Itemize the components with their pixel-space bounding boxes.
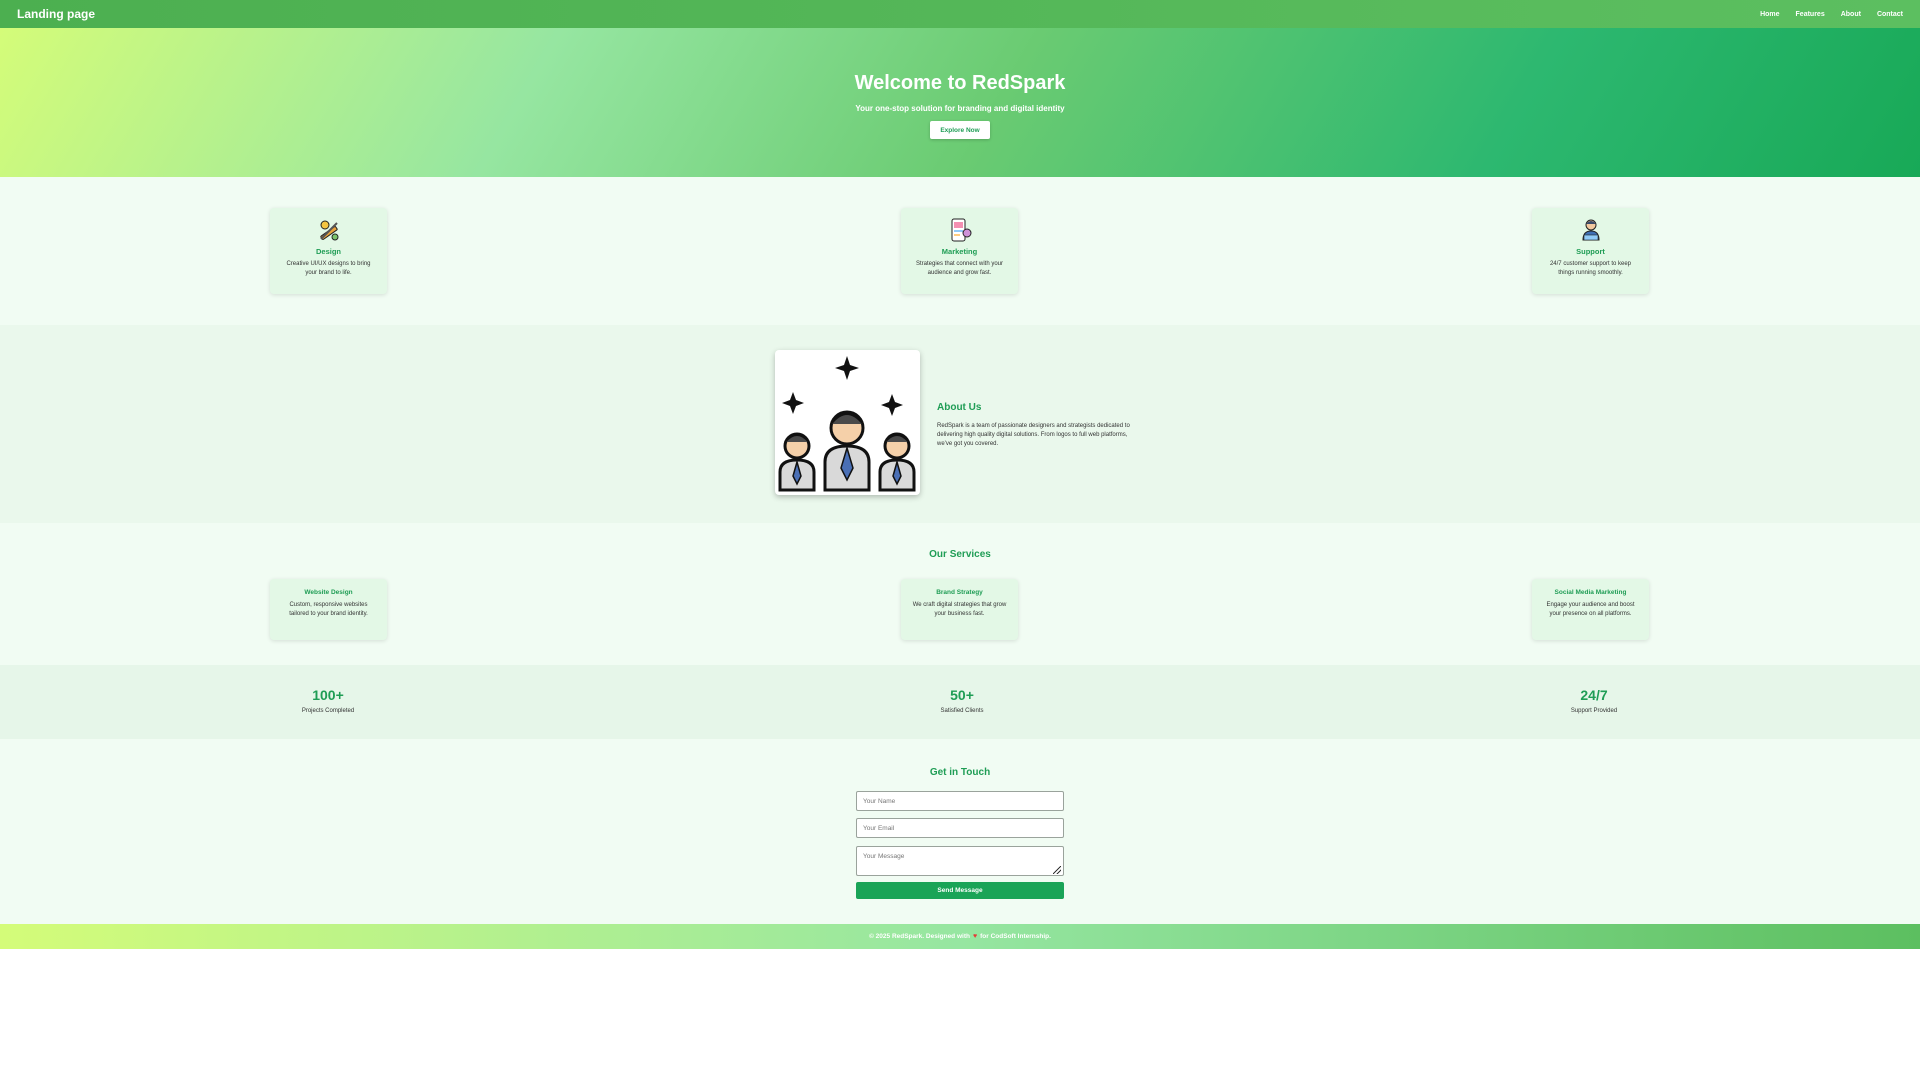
- stat-value: 100+: [312, 687, 344, 703]
- stat-support: 24/7 Support Provided: [1534, 687, 1654, 714]
- feature-text: Creative UI/UX designs to bring your bra…: [286, 261, 371, 276]
- feature-card-design: Design Creative UI/UX designs to bring y…: [270, 208, 387, 294]
- marketing-phone-icon: [901, 218, 1018, 242]
- stat-label: Support Provided: [1570, 708, 1618, 714]
- services-section: Our Services Website Design Custom, resp…: [0, 523, 1920, 665]
- about-text: RedSpark is a team of passionate designe…: [937, 423, 1130, 447]
- stat-value: 50+: [950, 687, 974, 703]
- email-field[interactable]: [856, 818, 1064, 838]
- hero-subtitle: Your one-stop solution for branding and …: [855, 104, 1065, 113]
- nav-link-features[interactable]: Features: [1796, 11, 1825, 18]
- navbar: Landing page Home Features About Contact: [0, 0, 1920, 28]
- nav-link-home[interactable]: Home: [1760, 11, 1779, 18]
- stat-label: Satisfied Clients: [940, 708, 984, 714]
- service-card-brand-strategy: Brand Strategy We craft digital strategi…: [901, 579, 1018, 640]
- name-field[interactable]: [856, 791, 1064, 811]
- nav-link-about[interactable]: About: [1841, 11, 1861, 18]
- team-illustration: [775, 350, 920, 495]
- message-field[interactable]: [856, 846, 1064, 876]
- contact-section: Get in Touch Send Message: [0, 739, 1920, 924]
- stat-value: 24/7: [1580, 687, 1608, 703]
- design-tools-icon: [270, 218, 387, 242]
- stat-projects: 100+ Projects Completed: [268, 687, 388, 714]
- services-title: Our Services: [929, 549, 991, 560]
- about-title: About Us: [937, 402, 982, 413]
- service-title: Brand Strategy: [936, 589, 983, 596]
- hero-title: Welcome to RedSpark: [854, 72, 1066, 94]
- feature-title: Design: [315, 247, 341, 256]
- feature-card-marketing: Marketing Strategies that connect with y…: [901, 208, 1018, 294]
- brand-logo[interactable]: Landing page: [17, 7, 95, 21]
- resize-grip-icon[interactable]: [1053, 866, 1061, 874]
- hero-section: Welcome to RedSpark Your one-stop soluti…: [0, 28, 1920, 177]
- footer: © 2025 RedSpark. Designed with ♥ for Cod…: [0, 924, 1920, 949]
- service-text: Engage your audience and boost your pres…: [1546, 602, 1635, 617]
- features-section: Design Creative UI/UX designs to bring y…: [0, 177, 1920, 325]
- service-card-website-design: Website Design Custom, responsive websit…: [270, 579, 387, 640]
- contact-title: Get in Touch: [929, 767, 991, 778]
- heart-icon: ♥: [972, 933, 978, 940]
- explore-now-button[interactable]: Explore Now: [930, 121, 990, 139]
- stat-label: Projects Completed: [301, 708, 355, 714]
- service-title: Website Design: [304, 589, 353, 596]
- feature-card-support: Support 24/7 customer support to keep th…: [1532, 208, 1649, 294]
- feature-title: Marketing: [941, 247, 978, 256]
- send-message-button[interactable]: Send Message: [856, 882, 1064, 899]
- stat-clients: 50+ Satisfied Clients: [902, 687, 1022, 714]
- feature-text: Strategies that connect with your audien…: [915, 261, 1004, 276]
- service-card-social-media: Social Media Marketing Engage your audie…: [1532, 579, 1649, 640]
- nav-links: Home Features About Contact: [1760, 11, 1903, 18]
- service-title: Social Media Marketing: [1554, 589, 1627, 596]
- footer-text-before: © 2025 RedSpark. Designed with: [869, 933, 970, 940]
- feature-text: 24/7 customer support to keep things run…: [1549, 261, 1632, 276]
- footer-text-after: for CodSoft Internship.: [980, 933, 1051, 940]
- service-text: We craft digital strategies that grow yo…: [912, 602, 1007, 617]
- stats-section: 100+ Projects Completed 50+ Satisfied Cl…: [0, 665, 1920, 739]
- about-section: About Us RedSpark is a team of passionat…: [0, 325, 1920, 523]
- nav-link-contact[interactable]: Contact: [1877, 11, 1903, 18]
- service-text: Custom, responsive websites tailored to …: [289, 602, 368, 617]
- support-agent-icon: [1532, 218, 1649, 242]
- feature-title: Support: [1576, 247, 1605, 256]
